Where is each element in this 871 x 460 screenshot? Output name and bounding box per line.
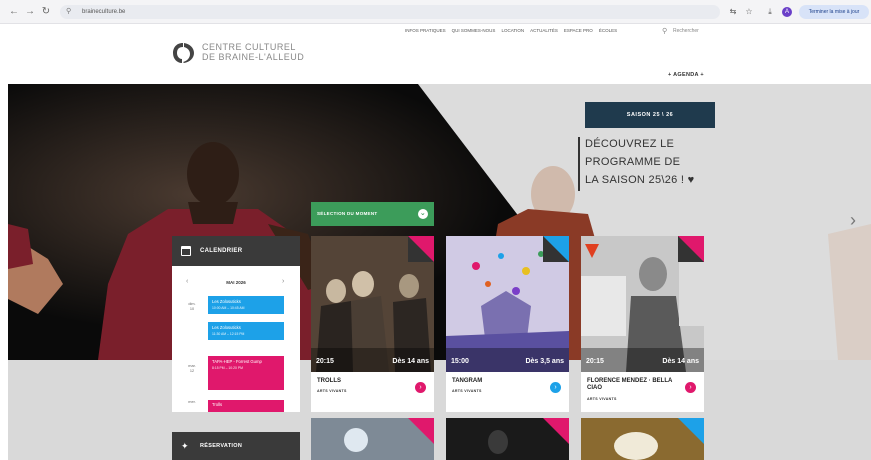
bookmark-star-icon[interactable]: ☆ xyxy=(744,7,754,17)
saison-line-3: LA SAISON 25\26 ! ♥ xyxy=(585,174,695,186)
event-card[interactable]: 20:15 Dès 14 ans FLORENCE MENDEZ · BELLA… xyxy=(581,236,704,412)
search-icon[interactable]: ⚲ xyxy=(662,27,667,35)
finish-update-button[interactable]: Terminer la mise à jour xyxy=(799,5,869,19)
card-corner-badge xyxy=(543,236,569,262)
day-label: mer. xyxy=(188,400,196,404)
calendar-event[interactable]: TAPA-HEP - Forrest Gump 8:15 PM – 10:20 … xyxy=(208,356,284,390)
event-age: Dès 14 ans xyxy=(662,358,699,365)
calendar-widget: CALENDRIER ‹ MAI 2026 › dim. 10 Les Zolo… xyxy=(172,236,300,412)
main-nav: INFOS PRATIQUES QUI SOMMES-NOUS LOCATION… xyxy=(405,28,617,33)
event-category: ARTS VIVANTS xyxy=(452,389,482,393)
calendar-event[interactable]: Trolls xyxy=(208,400,284,412)
event-time: 10:00 AM – 10:45 AM xyxy=(212,306,245,310)
logo-line1: CENTRE CULTUREL xyxy=(202,42,296,52)
logo-line2: DE BRAINE-L'ALLEUD xyxy=(202,52,305,62)
address-bar[interactable]: brainecuIture.be xyxy=(60,5,720,19)
saison-line-1: DÉCOUVREZ LE xyxy=(585,138,675,150)
calendar-title: CALENDRIER xyxy=(200,248,243,254)
saison-line-2: PROGRAMME DE xyxy=(585,156,681,168)
calendar-month: MAI 2026 xyxy=(226,280,246,285)
hero-photo xyxy=(8,84,871,360)
reservation-button[interactable]: ✦ RÉSERVATION xyxy=(172,432,300,460)
saison-button[interactable]: SAISON 25 \ 26 xyxy=(585,102,715,128)
event-card-partial[interactable] xyxy=(311,418,434,460)
calendar-day: mer. xyxy=(184,400,200,405)
download-icon[interactable]: ⤓ xyxy=(765,7,775,17)
chevron-down-icon[interactable]: ⌄ xyxy=(418,209,428,219)
nav-actualites[interactable]: ACTUALITÉS xyxy=(530,28,558,33)
event-age: Dès 14 ans xyxy=(392,358,429,365)
event-title: TROLLS xyxy=(317,378,341,384)
event-title: Les Zolosuticks xyxy=(212,325,241,330)
selection-du-moment-bar[interactable]: SÉLECTION DU MOMENT ⌄ xyxy=(311,202,434,226)
day-number: 12 xyxy=(189,369,195,373)
nav-qui-sommes-nous[interactable]: QUI SOMMES-NOUS xyxy=(452,28,496,33)
hero-lower-band xyxy=(8,360,871,460)
translate-icon[interactable]: ⇆ xyxy=(728,7,738,17)
site-info-icon[interactable]: ⚲ xyxy=(66,8,74,16)
calendar-header: CALENDRIER xyxy=(172,236,300,266)
event-title: FLORENCE MENDEZ · BELLA CIAO xyxy=(587,378,673,391)
calendar-day: dim. 10 xyxy=(184,302,200,312)
calendar-event[interactable]: Les Zolosuticks 11:30 AM – 12:15 PM xyxy=(208,322,284,340)
saison-headline[interactable]: DÉCOUVREZ LE PROGRAMME DE LA SAISON 25\2… xyxy=(585,135,755,189)
event-title: TANGRAM xyxy=(452,378,483,384)
event-category: ARTS VIVANTS xyxy=(317,389,347,393)
nav-location[interactable]: LOCATION xyxy=(501,28,524,33)
card-corner-badge xyxy=(408,236,434,262)
event-time: 20:15 xyxy=(586,358,604,365)
search-input[interactable]: Rechercher xyxy=(673,28,699,34)
selection-label: SÉLECTION DU MOMENT xyxy=(317,211,378,216)
card-corner-badge xyxy=(678,236,704,262)
arrow-right-icon[interactable]: › xyxy=(685,382,696,393)
profile-avatar[interactable]: A xyxy=(782,7,792,17)
calendar-day: mar. 12 xyxy=(184,364,200,374)
reservation-label: RÉSERVATION xyxy=(200,443,243,449)
calendar-event[interactable]: Les Zolosuticks 10:00 AM – 10:45 AM xyxy=(208,296,284,314)
forward-icon[interactable]: → xyxy=(24,6,36,18)
event-time: 15:00 xyxy=(451,358,469,365)
nav-infos-pratiques[interactable]: INFOS PRATIQUES xyxy=(405,28,446,33)
logo-icon[interactable] xyxy=(170,40,196,66)
calendar-next-icon[interactable]: › xyxy=(282,278,284,285)
event-card[interactable]: 20:15 Dès 14 ans TROLLS ARTS VIVANTS › xyxy=(311,236,434,412)
event-time: 8:15 PM – 10:20 PM xyxy=(212,366,243,370)
event-card-partial[interactable] xyxy=(446,418,569,460)
arrow-right-icon[interactable]: › xyxy=(550,382,561,393)
event-title: Les Zolosuticks xyxy=(212,299,241,304)
event-title: Trolls xyxy=(212,402,223,407)
calendar-icon xyxy=(181,246,191,256)
event-card-partial[interactable] xyxy=(581,418,704,460)
back-icon[interactable]: ← xyxy=(8,6,20,18)
reload-icon[interactable]: ↻ xyxy=(40,6,52,18)
day-number: 10 xyxy=(189,307,195,311)
nav-espace-pro[interactable]: ESPACE PRO xyxy=(564,28,593,33)
agenda-link[interactable]: + AGENDA + xyxy=(668,72,704,78)
ticket-icon: ✦ xyxy=(181,441,189,451)
saison-divider xyxy=(578,137,580,191)
event-category: ARTS VIVANTS xyxy=(587,397,617,401)
arrow-right-icon[interactable]: › xyxy=(415,382,426,393)
event-time: 11:30 AM – 12:15 PM xyxy=(212,332,245,336)
logo-text[interactable]: CENTRE CULTUREL DE BRAINE-L'ALLEUD xyxy=(202,42,304,62)
event-card[interactable]: 15:00 Dès 3,5 ans TANGRAM ARTS VIVANTS › xyxy=(446,236,569,412)
carousel-next-icon[interactable]: › xyxy=(850,210,856,231)
event-time: 20:15 xyxy=(316,358,334,365)
event-age: Dès 3,5 ans xyxy=(525,358,564,365)
browser-toolbar: ← → ↻ brainecuIture.be ⚲ ⇆ ☆ ⤓ A Termine… xyxy=(0,0,871,24)
event-title: TAPA-HEP - Forrest Gump xyxy=(212,359,262,364)
nav-ecoles[interactable]: ÉCOLES xyxy=(599,28,617,33)
